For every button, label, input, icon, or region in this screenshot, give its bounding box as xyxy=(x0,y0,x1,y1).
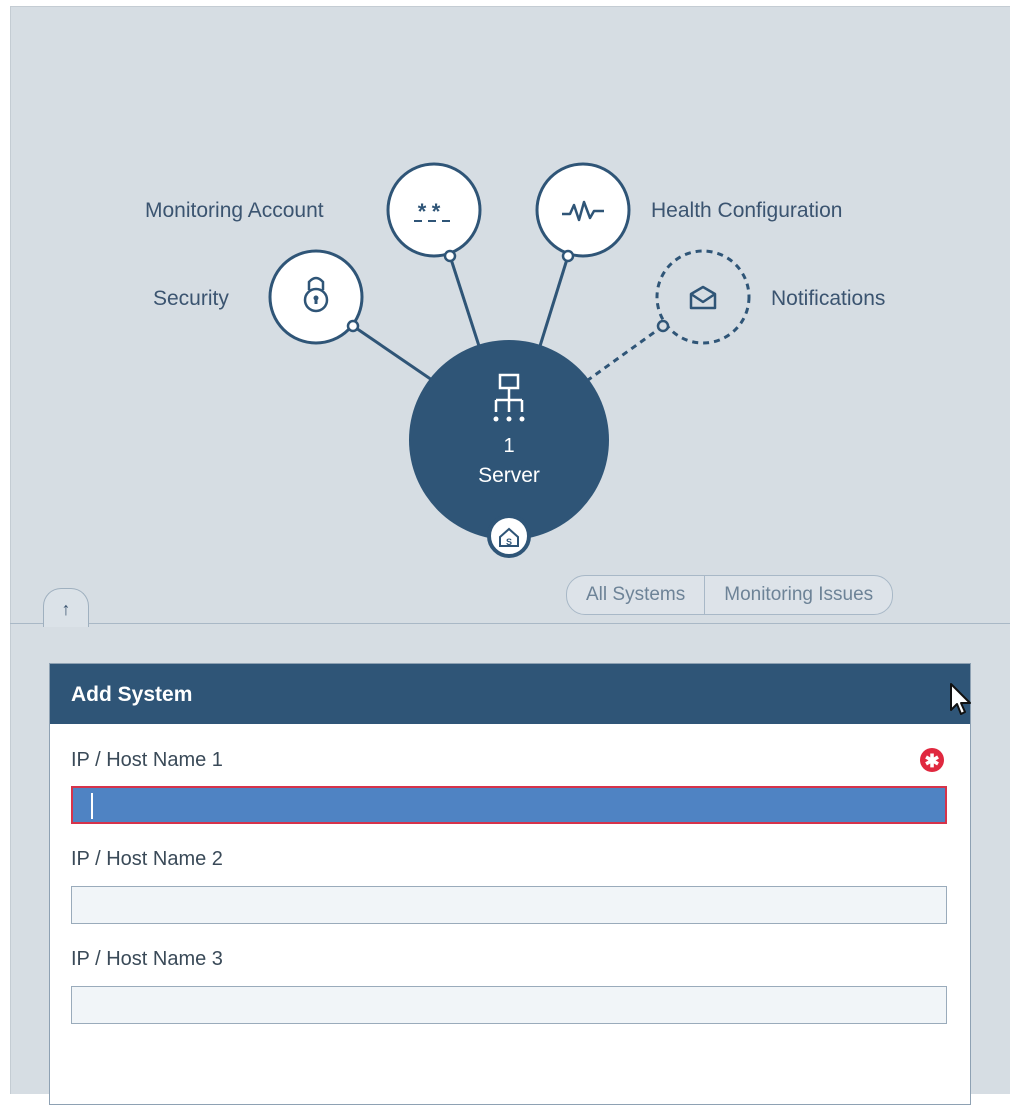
server-count: 1 xyxy=(503,435,515,457)
add-system-title: Add System xyxy=(50,664,970,724)
view-filter-segmented: All Systems Monitoring Issues xyxy=(566,575,894,615)
health-configuration-node[interactable] xyxy=(535,162,631,263)
arrow-up-icon: ↑ xyxy=(61,599,71,619)
host-name-1-label: IP / Host Name 1 xyxy=(71,749,223,771)
host-name-3-input[interactable] xyxy=(71,986,947,1024)
security-label[interactable]: Security xyxy=(153,287,229,311)
monitoring-issues-button[interactable]: Monitoring Issues xyxy=(704,576,892,614)
connector-security xyxy=(352,324,433,382)
host-name-1-input[interactable] xyxy=(71,786,947,824)
host-name-2-label: IP / Host Name 2 xyxy=(71,848,223,870)
collapse-tab[interactable]: ↑ xyxy=(43,588,89,627)
add-system-panel: Add System IP / Host Name 1 ✱ IP / Host … xyxy=(49,663,971,1105)
monitoring-account-node[interactable]: * * xyxy=(386,162,482,263)
monitoring-account-label[interactable]: Monitoring Account xyxy=(145,199,324,223)
toolbar-divider xyxy=(10,623,1010,624)
app-window: S * * Monitoring Account Health Configur… xyxy=(0,0,1010,1105)
notifications-label[interactable]: Notifications xyxy=(771,287,885,311)
notifications-node[interactable] xyxy=(655,249,751,345)
security-node[interactable] xyxy=(268,249,364,345)
connector-health-configuration xyxy=(538,255,570,347)
mouse-cursor-icon xyxy=(950,683,971,715)
all-systems-button[interactable]: All Systems xyxy=(567,576,704,614)
svg-text:S: S xyxy=(506,537,512,547)
host-name-2-input[interactable] xyxy=(71,886,947,924)
host-name-3-label: IP / Host Name 3 xyxy=(71,948,223,970)
server-label: Server xyxy=(478,464,540,487)
health-configuration-label[interactable]: Health Configuration xyxy=(651,199,842,223)
connector-notifications xyxy=(587,324,664,382)
home-server-icon[interactable]: S xyxy=(487,514,531,558)
text-caret xyxy=(91,793,93,819)
connector-monitoring-account xyxy=(448,255,481,347)
required-icon: ✱ xyxy=(920,748,944,772)
